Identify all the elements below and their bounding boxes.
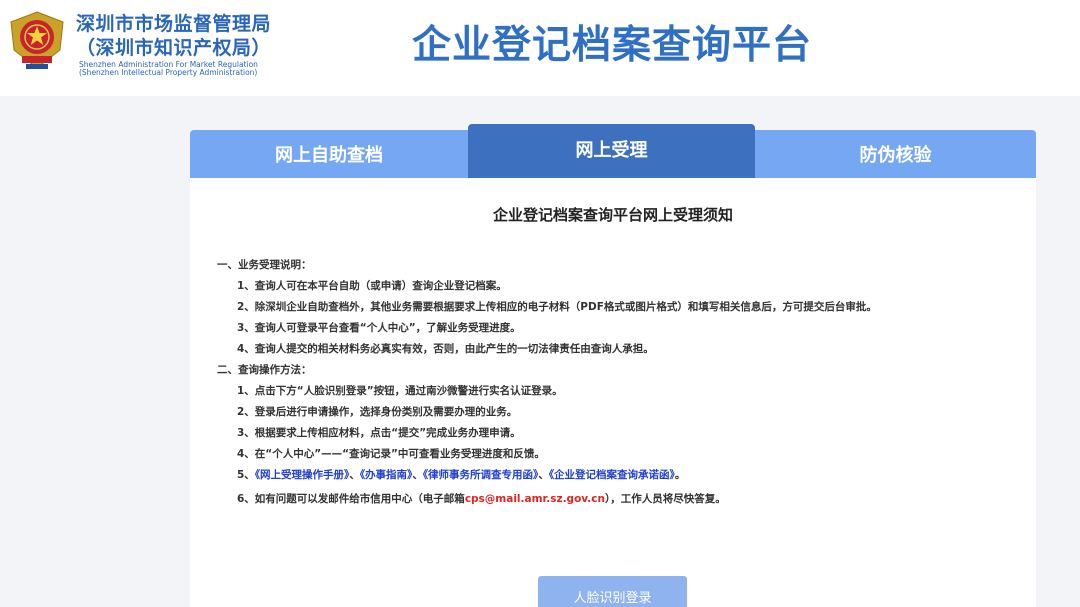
org-name-cn-alt: （深圳市知识产权局） xyxy=(76,37,272,59)
notice-item: 2、登录后进行申请操作，选择身份类别及需要办理的业务。 xyxy=(237,406,518,418)
platform-title: 企业登记档案查询平台 xyxy=(412,23,813,68)
tab-online-acceptance[interactable]: 网上受理 xyxy=(468,124,755,178)
org-name-cn: 深圳市市场监督管理局 xyxy=(76,13,272,35)
notice-item: 1、点击下方“人脸识别登录”按钮，通过南沙微警进行实名认证登录。 xyxy=(237,385,563,397)
site-header: 深圳市市场监督管理局 （深圳市知识产权局） Shenzhen Administr… xyxy=(0,0,1080,96)
section-heading-operation: 二、查询操作方法： xyxy=(217,364,312,376)
notice-item: 2、除深圳企业自助查档外，其他业务需要根据要求上传相应的电子材料（PDF格式或图… xyxy=(237,301,877,313)
notice-content: 企业登记档案查询平台网上受理须知 一、业务受理说明： 1、查询人可在本平台自助（… xyxy=(190,178,1036,607)
main-panel: 网上自助查档 网上受理 防伪核验 企业登记档案查询平台网上受理须知 一、业务受理… xyxy=(190,124,1036,607)
notice-item: 1、查询人可在本平台自助（或申请）查询企业登记档案。 xyxy=(237,280,507,292)
separator: 、 xyxy=(412,469,423,481)
notice-item: 3、根据要求上传相应材料，点击“提交”完成业务办理申请。 xyxy=(237,427,521,439)
tab-self-service-query[interactable]: 网上自助查档 xyxy=(190,130,468,178)
contact-suffix: ），工作人员将尽快答复。 xyxy=(604,493,726,505)
link-commitment-letter[interactable]: 《企业登记档案查询承诺函》 xyxy=(549,469,675,481)
separator: 、 xyxy=(538,469,549,481)
section-heading-business: 一、业务受理说明： xyxy=(217,259,312,271)
notice-item: 4、查询人提交的相关材料务必真实有效，否则，由此产生的一切法律责任由查询人承担。 xyxy=(237,343,654,355)
notice-item: 3、查询人可登录平台查看“个人中心”，了解业务受理进度。 xyxy=(237,322,521,334)
notice-title: 企业登记档案查询平台网上受理须知 xyxy=(492,206,733,224)
emblem-logo-icon xyxy=(10,11,64,69)
item-prefix: 5、 xyxy=(237,469,255,481)
link-operation-manual[interactable]: 《网上受理操作手册》 xyxy=(255,469,350,481)
tab-anti-counterfeit-verify[interactable]: 防伪核验 xyxy=(755,130,1036,178)
link-service-guide[interactable]: 《办事指南》 xyxy=(360,469,413,481)
notice-item: 4、在“个人中心”——“查询记录”中可查看业务受理进度和反馈。 xyxy=(237,448,545,460)
item-suffix: 。 xyxy=(674,469,686,481)
notice-item-downloads: 5、《网上受理操作手册》、《办事指南》、《律师事务所调查专用函》、《企业登记档案… xyxy=(237,467,685,482)
face-recognition-login-button[interactable]: 人脸识别登录 xyxy=(538,576,687,607)
link-law-firm-letter[interactable]: 《律师事务所调查专用函》 xyxy=(423,469,539,481)
contact-prefix: 6、如有问题可以发邮件给市信用中心（电子邮箱 xyxy=(237,493,465,505)
email-link[interactable]: cps@mail.amr.sz.gov.cn xyxy=(465,493,605,505)
org-name-en-alt: (Shenzhen Intellectual Property Administ… xyxy=(79,68,258,77)
notice-item-contact: 6、如有问题可以发邮件给市信用中心（电子邮箱cps@mail.amr.sz.go… xyxy=(237,491,726,506)
separator: 、 xyxy=(349,469,360,481)
